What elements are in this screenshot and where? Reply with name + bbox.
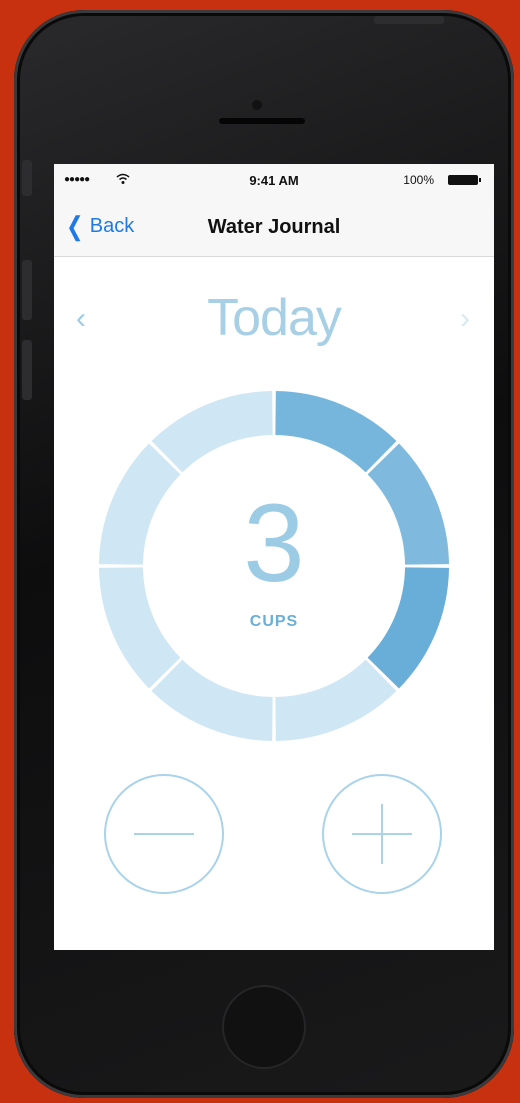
volume-up-button [22, 260, 32, 320]
day-label: Today [207, 289, 342, 347]
front-camera [252, 100, 262, 110]
chevron-left-icon: ❮ [66, 211, 84, 241]
speaker-grille [219, 118, 305, 124]
screen: ●●●●● 9:41 AM 100% ❮ Back Water Journal … [54, 164, 494, 950]
decrement-button[interactable] [104, 774, 224, 894]
back-label: Back [89, 214, 135, 237]
ring-segment-filled [275, 391, 397, 473]
mute-switch [22, 160, 32, 196]
cups-ring: 3 CUPS [99, 391, 449, 741]
increment-button[interactable] [322, 774, 442, 894]
power-button [374, 16, 444, 24]
navigation-bar: ❮ Back Water Journal [54, 198, 494, 257]
ring-segment-empty [275, 659, 397, 741]
battery-icon [448, 175, 481, 185]
home-button[interactable] [222, 985, 306, 1069]
cups-unit-label: CUPS [249, 613, 299, 630]
volume-down-button [22, 340, 32, 400]
battery-percent: 100% [403, 173, 434, 187]
next-day-arrow[interactable]: › [460, 302, 470, 336]
ring-segment-empty [151, 659, 273, 741]
minus-icon [134, 833, 194, 835]
day-selector: ‹ Today › [54, 284, 494, 354]
cups-count: 3 [243, 482, 305, 605]
status-bar: ●●●●● 9:41 AM 100% [54, 164, 494, 198]
ring-segment-empty [151, 391, 273, 473]
back-button[interactable]: ❮ Back [64, 210, 134, 242]
